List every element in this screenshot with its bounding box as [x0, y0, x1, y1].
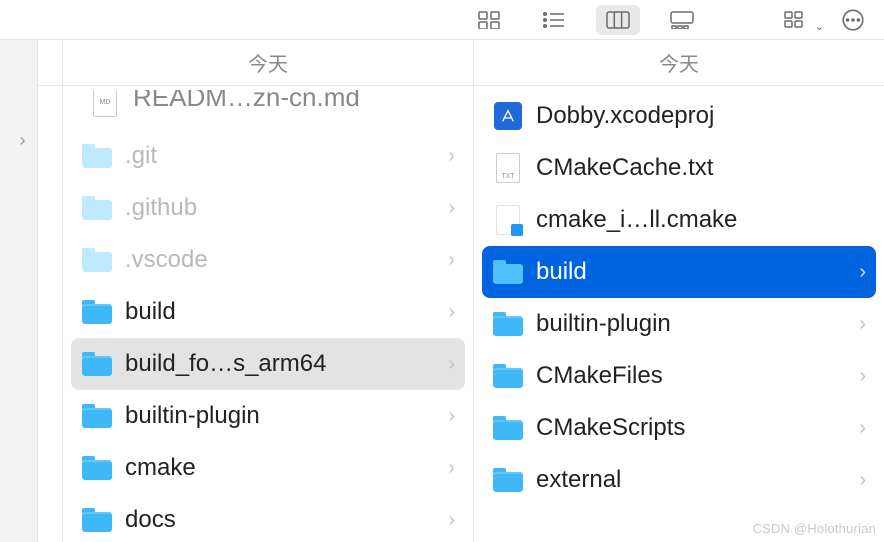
folder-row[interactable]: docs ›	[71, 494, 465, 542]
item-name: external	[536, 466, 840, 494]
list-icon	[542, 11, 566, 29]
item-name: builtin-plugin	[125, 402, 429, 430]
item-name: docs	[125, 506, 429, 534]
cmake-file-icon	[496, 205, 520, 235]
watermark: CSDN @Holothurian	[752, 521, 876, 536]
md-file-icon: MD	[89, 90, 121, 118]
view-group-btn[interactable]: ⌄	[774, 5, 818, 35]
column-2-items: Dobby.xcodeproj TXT CMakeCache.txt cmake_i……	[474, 86, 884, 542]
view-list-btn[interactable]	[532, 5, 576, 35]
file-row-partial[interactable]: MD READM…zn-cn.md	[71, 90, 465, 130]
folder-row[interactable]: CMakeFiles ›	[482, 350, 876, 402]
folder-row[interactable]: build ›	[482, 246, 876, 298]
column-2-header: 今天	[474, 40, 884, 86]
chevron-right-icon: ›	[852, 261, 866, 284]
item-name: cmake_i…ll.cmake	[536, 206, 866, 234]
gallery-icon	[670, 11, 694, 29]
column-1-items: MD READM…zn-cn.md .git›.github›.vscode›b…	[63, 86, 473, 542]
action-icon	[840, 7, 866, 33]
view-column-btn[interactable]	[596, 5, 640, 35]
grid-icon	[478, 11, 502, 29]
folder-icon	[82, 196, 112, 220]
txt-file-icon: TXT	[496, 153, 520, 183]
item-name: builtin-plugin	[536, 310, 840, 338]
file-row[interactable]: cmake_i…ll.cmake	[482, 194, 876, 246]
sidebar-toggle[interactable]: ›	[0, 40, 38, 542]
chevron-right-icon: ›	[852, 469, 866, 492]
folder-row[interactable]: .vscode ›	[71, 234, 465, 286]
chevron-right-icon: ›	[441, 457, 455, 480]
chevron-right-icon: ›	[852, 365, 866, 388]
item-name: cmake	[125, 454, 429, 482]
chevron-right-icon: ›	[441, 197, 455, 220]
item-name: .github	[125, 194, 429, 222]
item-name: CMakeFiles	[536, 362, 840, 390]
folder-row[interactable]: build_fo…s_arm64 ›	[71, 338, 465, 390]
chevron-right-icon: ›	[441, 145, 455, 168]
column-icon	[606, 11, 630, 29]
folder-icon	[493, 364, 523, 388]
item-name: Dobby.xcodeproj	[536, 102, 866, 130]
toolbar: ⌄	[0, 0, 884, 40]
chevron-right-icon: ›	[441, 405, 455, 428]
chevron-right-icon: ›	[441, 301, 455, 324]
column-1-header: 今天	[63, 40, 473, 86]
chevron-right-icon: ›	[441, 249, 455, 272]
folder-icon	[493, 468, 523, 492]
folder-row[interactable]: CMakeScripts ›	[482, 402, 876, 454]
item-name: .vscode	[125, 246, 429, 274]
folder-row[interactable]: cmake ›	[71, 442, 465, 494]
item-name: CMakeScripts	[536, 414, 840, 442]
xcode-icon	[494, 102, 522, 130]
folder-row[interactable]: builtin-plugin ›	[482, 298, 876, 350]
folder-row[interactable]: .github ›	[71, 182, 465, 234]
view-action-btn[interactable]	[838, 5, 868, 35]
item-name: CMakeCache.txt	[536, 154, 866, 182]
column-0-header	[38, 40, 62, 86]
column-1: 今天 MD READM…zn-cn.md .git›.github›.vscod…	[63, 40, 474, 542]
item-name: build	[536, 258, 840, 286]
column-2: 今天 Dobby.xcodeproj TXT CMakeCache.txt cmake…	[474, 40, 884, 542]
folder-row[interactable]: builtin-plugin ›	[71, 390, 465, 442]
item-name: build_fo…s_arm64	[125, 350, 429, 378]
folder-icon	[82, 404, 112, 428]
file-row[interactable]: Dobby.xcodeproj	[482, 90, 876, 142]
folder-icon	[82, 352, 112, 376]
chevron-right-icon: ›	[852, 313, 866, 336]
chevron-right-icon: ›	[12, 130, 26, 151]
folder-icon	[82, 508, 112, 532]
folder-icon	[493, 416, 523, 440]
folder-icon	[493, 312, 523, 336]
columns-view: › 今天 MD READM…zn-cn.md .git›.github›.vsc…	[0, 40, 884, 542]
view-gallery-btn[interactable]	[660, 5, 704, 35]
folder-icon	[82, 248, 112, 272]
folder-icon	[82, 300, 112, 324]
chevron-right-icon: ›	[441, 509, 455, 532]
folder-icon	[82, 456, 112, 480]
folder-icon	[493, 260, 523, 284]
chevron-right-icon: ›	[441, 353, 455, 376]
folder-row[interactable]: build ›	[71, 286, 465, 338]
folder-row[interactable]: .git ›	[71, 130, 465, 182]
group-icon	[784, 11, 808, 29]
item-name: .git	[125, 142, 429, 170]
chevron-down-icon: ⌄	[815, 20, 824, 33]
column-0	[38, 40, 63, 542]
folder-row[interactable]: external ›	[482, 454, 876, 506]
file-row[interactable]: TXT CMakeCache.txt	[482, 142, 876, 194]
view-icon-btn[interactable]	[468, 5, 512, 35]
chevron-right-icon: ›	[852, 417, 866, 440]
item-name: build	[125, 298, 429, 326]
folder-icon	[82, 144, 112, 168]
